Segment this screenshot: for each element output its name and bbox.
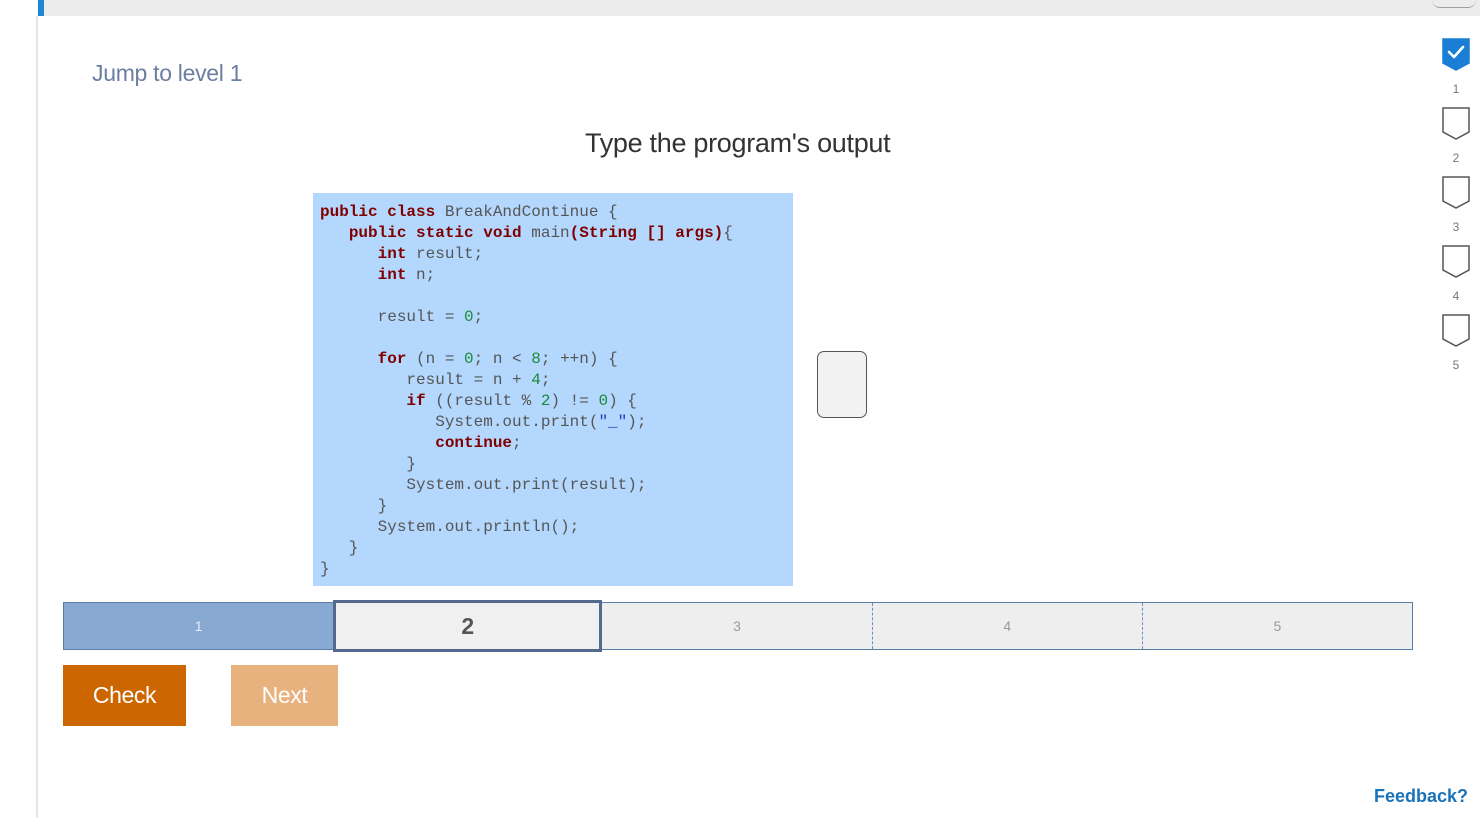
code-token: main (521, 224, 570, 242)
code-token: result = (320, 308, 465, 326)
code-token: ((result % (425, 392, 541, 410)
progress-step-number: 4 (1452, 289, 1460, 303)
content-left-border (36, 16, 38, 818)
code-token: "_" (598, 413, 628, 431)
code-line: if ((result % 2) != 0) { (320, 391, 793, 412)
code-token: int (377, 266, 407, 284)
code-token: ; ++n) { (540, 350, 618, 368)
code-line: result = n + 4; (320, 370, 793, 391)
code-token: result = n + (320, 371, 532, 389)
next-button[interactable]: Next (231, 665, 338, 726)
progress-step-number: 5 (1452, 358, 1460, 372)
code-token: ) != (550, 392, 599, 410)
empty-badge-icon (1442, 176, 1470, 209)
code-token: 8 (531, 350, 541, 368)
level-tab-4[interactable]: 4 (873, 603, 1143, 649)
code-token: ; (512, 434, 522, 452)
empty-badge-icon (1442, 107, 1470, 140)
code-token: int (377, 245, 407, 263)
level-tab-2[interactable]: 2 (333, 600, 603, 652)
code-token: for (377, 350, 407, 368)
code-token: ; n < (473, 350, 532, 368)
jump-to-level-link[interactable]: Jump to level 1 (92, 60, 243, 87)
code-line: System.out.print("_"); (320, 412, 793, 433)
empty-badge-icon (1442, 245, 1470, 278)
code-token: } (320, 539, 359, 557)
top-bar (38, 0, 1480, 16)
level-tab-3[interactable]: 3 (602, 603, 873, 649)
code-line: for (n = 0; n < 8; ++n) { (320, 349, 793, 370)
progress-step-number: 2 (1452, 151, 1460, 165)
code-token: n; (406, 266, 436, 284)
code-token: (n = (406, 350, 465, 368)
code-token: ; (473, 308, 484, 326)
code-line: public class BreakAndContinue { (320, 202, 793, 223)
code-token: 2 (540, 392, 551, 410)
code-line: int result; (320, 244, 793, 265)
code-line: } (320, 454, 793, 475)
code-token: 0 (464, 308, 474, 326)
code-token: BreakAndContinue { (435, 203, 618, 221)
code-token: } (320, 455, 417, 473)
level-tab-5[interactable]: 5 (1143, 603, 1412, 649)
empty-badge-icon (1442, 314, 1470, 347)
code-token: { (723, 224, 733, 242)
code-line: continue; (320, 433, 793, 454)
code-token: public static void (348, 224, 522, 242)
code-token: if (406, 392, 426, 410)
code-token: } (320, 560, 330, 578)
code-panel: public class BreakAndContinue { public s… (313, 193, 793, 586)
check-button[interactable]: Check (63, 665, 186, 726)
top-bar-accent (38, 0, 44, 16)
code-token: ) { (608, 392, 637, 410)
activity-prompt: Type the program's output (585, 128, 891, 158)
code-token: public class (320, 203, 436, 221)
code-token: result; (406, 245, 484, 263)
code-line: result = 0; (320, 307, 793, 328)
collapse-chevron-icon[interactable] (1432, 0, 1476, 8)
code-line: } (320, 538, 793, 559)
check-badge-icon (1442, 38, 1470, 71)
code-line: System.out.print(result); (320, 475, 793, 496)
code-token: 4 (531, 371, 541, 389)
code-line: int n; (320, 265, 793, 286)
level-tab-1[interactable]: 1 (64, 603, 334, 649)
code-token: System.out.print(result); (320, 476, 647, 494)
progress-step-number: 1 (1452, 82, 1460, 96)
code-token: System.out.println(); (320, 518, 580, 536)
code-token: 0 (598, 392, 609, 410)
feedback-link[interactable]: Feedback? (1374, 786, 1468, 807)
code-token: continue (435, 434, 513, 452)
code-token: 0 (464, 350, 474, 368)
progress-step-number: 3 (1452, 220, 1460, 234)
code-token: ); (627, 413, 647, 431)
code-line: public static void main(String [] args){ (320, 223, 793, 244)
level-selector: 12345 (63, 600, 1413, 652)
code-token: ; (540, 371, 551, 389)
code-line: System.out.println(); (320, 517, 793, 538)
output-answer-input[interactable] (817, 351, 867, 418)
code-token: } (320, 497, 388, 515)
code-token: System.out.print( (320, 413, 599, 431)
code-token: (String [] args) (569, 224, 724, 242)
code-line: } (320, 496, 793, 517)
code-line: } (320, 559, 793, 580)
